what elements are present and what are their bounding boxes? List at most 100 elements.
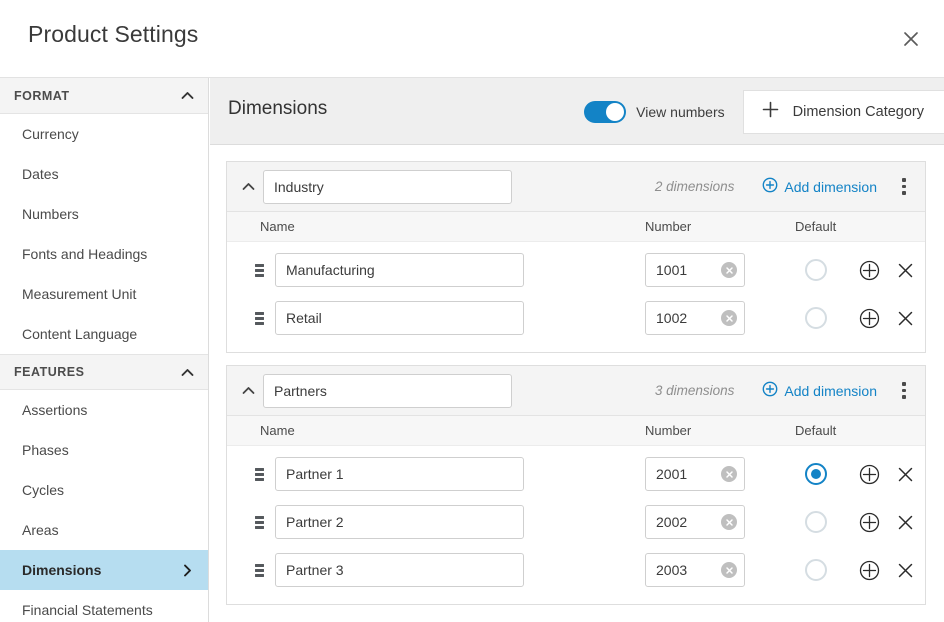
sidebar-item-phases[interactable]: Phases	[0, 430, 208, 470]
product-settings-dialog: Product Settings FORMAT Currency Dates N…	[0, 0, 944, 622]
add-dimension-category-label: Dimension Category	[793, 104, 924, 120]
sidebar-item-areas[interactable]: Areas	[0, 510, 208, 550]
default-radio[interactable]	[805, 259, 827, 281]
dimension-row	[227, 498, 925, 546]
dimension-number-field	[645, 301, 745, 335]
dimension-name-input[interactable]	[275, 457, 524, 491]
plus-circle-icon[interactable]	[857, 462, 881, 486]
kebab-menu-icon[interactable]	[895, 175, 913, 199]
default-radio[interactable]	[805, 307, 827, 329]
column-header-name: Name	[260, 423, 295, 438]
clear-input-icon[interactable]	[721, 310, 737, 326]
drag-handle-icon[interactable]	[251, 260, 267, 280]
dialog-header: Product Settings	[0, 0, 944, 78]
plus-circle-icon[interactable]	[857, 510, 881, 534]
sidebar-item-numbers[interactable]: Numbers	[0, 194, 208, 234]
plus-circle-icon[interactable]	[857, 558, 881, 582]
add-dimension-label: Add dimension	[784, 383, 877, 399]
sidebar-item-label: Cycles	[22, 482, 194, 498]
clear-input-icon[interactable]	[721, 562, 737, 578]
category-name-input[interactable]	[263, 170, 512, 204]
drag-handle-icon[interactable]	[251, 464, 267, 484]
sidebar-item-label: Fonts and Headings	[22, 246, 194, 262]
sidebar-group-format-label: FORMAT	[14, 89, 180, 103]
sidebar-item-label: Content Language	[22, 326, 194, 342]
sidebar-item-dates[interactable]: Dates	[0, 154, 208, 194]
category-dimension-count: 3 dimensions	[655, 383, 763, 398]
dimension-row	[227, 294, 925, 342]
chevron-up-icon[interactable]	[237, 380, 259, 402]
sidebar-item-financial-statements[interactable]: Financial Statements	[0, 590, 208, 622]
remove-icon[interactable]	[893, 558, 917, 582]
default-radio[interactable]	[805, 511, 827, 533]
clear-input-icon[interactable]	[721, 466, 737, 482]
sidebar-item-cycles[interactable]: Cycles	[0, 470, 208, 510]
dimension-name-input[interactable]	[275, 505, 524, 539]
column-header-row: Name Number Default	[227, 416, 925, 446]
drag-handle-icon[interactable]	[251, 512, 267, 532]
sidebar-item-currency[interactable]: Currency	[0, 114, 208, 154]
main-heading: Dimensions	[228, 98, 327, 120]
plus-circle-icon[interactable]	[857, 306, 881, 330]
dimension-row	[227, 450, 925, 498]
drag-handle-icon[interactable]	[251, 308, 267, 328]
dimension-number-field	[645, 253, 745, 287]
close-icon[interactable]	[896, 24, 926, 54]
dimension-name-input[interactable]	[275, 553, 524, 587]
add-dimension-button[interactable]: Add dimension	[762, 177, 895, 196]
plus-icon	[762, 101, 779, 122]
category-dimension-count: 2 dimensions	[655, 179, 763, 194]
sidebar-item-dimensions[interactable]: Dimensions	[0, 550, 208, 590]
category-card-header: 3 dimensions Add dimension	[227, 366, 925, 416]
dimension-category-card: 2 dimensions Add dimension Name	[226, 161, 926, 353]
sidebar-item-fonts-and-headings[interactable]: Fonts and Headings	[0, 234, 208, 274]
sidebar-item-assertions[interactable]: Assertions	[0, 390, 208, 430]
plus-circle-icon[interactable]	[857, 258, 881, 282]
clear-input-icon[interactable]	[721, 514, 737, 530]
view-numbers-toggle[interactable]	[584, 101, 626, 123]
view-numbers-label: View numbers	[636, 104, 724, 120]
kebab-menu-icon[interactable]	[895, 379, 913, 403]
chevron-up-icon[interactable]	[237, 176, 259, 198]
column-header-row: Name Number Default	[227, 212, 925, 242]
category-card-header: 2 dimensions Add dimension	[227, 162, 925, 212]
dimension-name-input[interactable]	[275, 253, 524, 287]
default-radio[interactable]	[805, 463, 827, 485]
dimension-row	[227, 546, 925, 594]
sidebar-item-label: Assertions	[22, 402, 194, 418]
sidebar-item-content-language[interactable]: Content Language	[0, 314, 208, 354]
plus-circle-icon	[762, 381, 778, 400]
remove-icon[interactable]	[893, 306, 917, 330]
column-header-name: Name	[260, 219, 295, 234]
remove-icon[interactable]	[893, 462, 917, 486]
add-dimension-category-button[interactable]: Dimension Category	[743, 90, 944, 134]
add-dimension-button[interactable]: Add dimension	[762, 381, 895, 400]
sidebar-item-label: Areas	[22, 522, 194, 538]
category-name-input[interactable]	[263, 374, 512, 408]
clear-input-icon[interactable]	[721, 262, 737, 278]
remove-icon[interactable]	[893, 258, 917, 282]
column-header-number: Number	[645, 423, 691, 438]
sidebar-group-format[interactable]: FORMAT	[0, 78, 208, 114]
dimension-rows	[227, 242, 925, 352]
column-header-default: Default	[795, 219, 836, 234]
sidebar-item-label: Measurement Unit	[22, 286, 194, 302]
sidebar-item-label: Currency	[22, 126, 194, 142]
dimension-number-field	[645, 505, 745, 539]
sidebar-item-measurement-unit[interactable]: Measurement Unit	[0, 274, 208, 314]
sidebar-group-features-label: FEATURES	[14, 365, 180, 379]
plus-circle-icon	[762, 177, 778, 196]
dimension-name-input[interactable]	[275, 301, 524, 335]
sidebar-group-features[interactable]: FEATURES	[0, 354, 208, 390]
page-title: Product Settings	[28, 21, 198, 48]
chevron-right-icon	[180, 563, 194, 577]
column-header-number: Number	[645, 219, 691, 234]
sidebar-item-label: Dates	[22, 166, 194, 182]
default-radio[interactable]	[805, 559, 827, 581]
drag-handle-icon[interactable]	[251, 560, 267, 580]
chevron-up-icon	[180, 365, 194, 379]
toggle-knob	[606, 103, 624, 121]
remove-icon[interactable]	[893, 510, 917, 534]
sidebar: FORMAT Currency Dates Numbers Fonts and …	[0, 78, 209, 622]
column-header-default: Default	[795, 423, 836, 438]
